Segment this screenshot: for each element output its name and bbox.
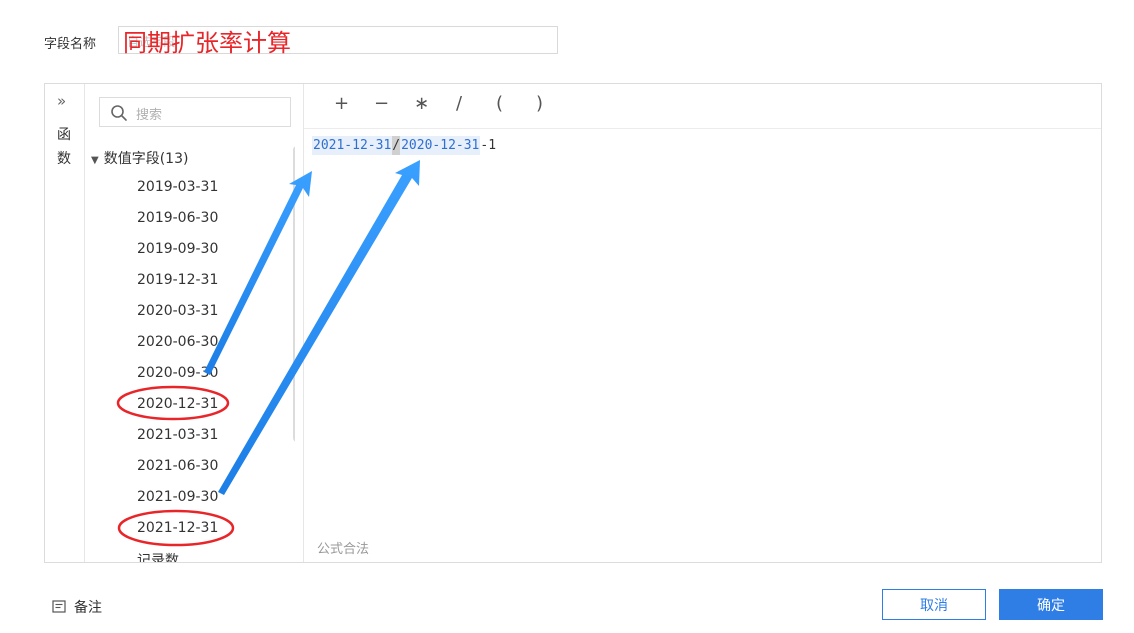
divide-operator-button[interactable]: / [456,93,462,114]
field-item[interactable]: 2019-12-31 [137,272,218,288]
formula-field-token[interactable]: 2021-12-31 [312,136,393,155]
multiply-operator-button[interactable]: ∗ [414,93,429,114]
open-paren-button[interactable]: ( [496,93,503,114]
field-item[interactable]: 2020-09-30 [137,365,218,381]
field-name-label: 字段名称 [44,37,97,52]
confirm-button[interactable]: 确定 [999,589,1103,620]
field-item[interactable]: 2020-03-31 [137,303,218,319]
formula-editor[interactable]: + − ∗ / ( ) 2021-12-31/2020-12-31-1 公式合法 [303,84,1101,562]
minus-operator-button[interactable]: − [374,93,389,114]
field-item[interactable]: 2021-06-30 [137,458,218,474]
operator-toolbar: + − ∗ / ( ) [304,84,1101,129]
note-label: 备注 [74,600,102,616]
field-name-input[interactable]: 自选字段 同期扩张率计算 [118,26,558,57]
field-list-panel: 搜索 ▼ 数值字段(13) 2019-03-31 2019-06-30 2019-… [45,84,295,562]
formula-field-token[interactable]: 2020-12-31 [400,136,481,155]
search-placeholder: 搜索 [136,108,163,123]
field-item[interactable]: 2019-06-30 [137,210,218,226]
formula-status-text: 公式合法 [317,542,370,557]
note-button[interactable]: 备注 [52,597,102,617]
field-item[interactable]: 2020-06-30 [137,334,218,350]
field-item[interactable]: 2020-12-31 [137,396,218,412]
plus-operator-button[interactable]: + [334,93,349,114]
close-paren-button[interactable]: ) [536,93,543,114]
field-item[interactable]: 2019-09-30 [137,241,218,257]
annotation-title: 同期扩张率计算 [123,29,291,57]
formula-text[interactable]: 2021-12-31/2020-12-31-1 [312,136,497,155]
cancel-button[interactable]: 取消 [882,589,986,620]
field-item[interactable]: 2021-03-31 [137,427,218,443]
formula-editor-panel: » 函 数 搜索 ▼ 数值字段(13) 2019-03-31 2019-06-30… [44,83,1102,563]
field-item[interactable]: 2021-12-31 [137,520,218,536]
field-group-label: 数值字段(13) [103,151,189,167]
field-group-header[interactable]: ▼ 数值字段(13) [91,148,188,168]
note-icon [52,600,66,613]
search-icon [111,105,127,121]
field-item[interactable]: 2019-03-31 [137,179,218,195]
formula-operator-token: / [392,136,401,155]
field-list-scrollbar[interactable] [293,146,295,442]
field-item[interactable]: 记录数 [137,550,179,562]
field-search-box[interactable]: 搜索 [99,97,291,127]
formula-suffix: -1 [480,138,497,153]
field-item[interactable]: 2021-09-30 [137,489,218,505]
caret-down-icon: ▼ [91,155,99,166]
